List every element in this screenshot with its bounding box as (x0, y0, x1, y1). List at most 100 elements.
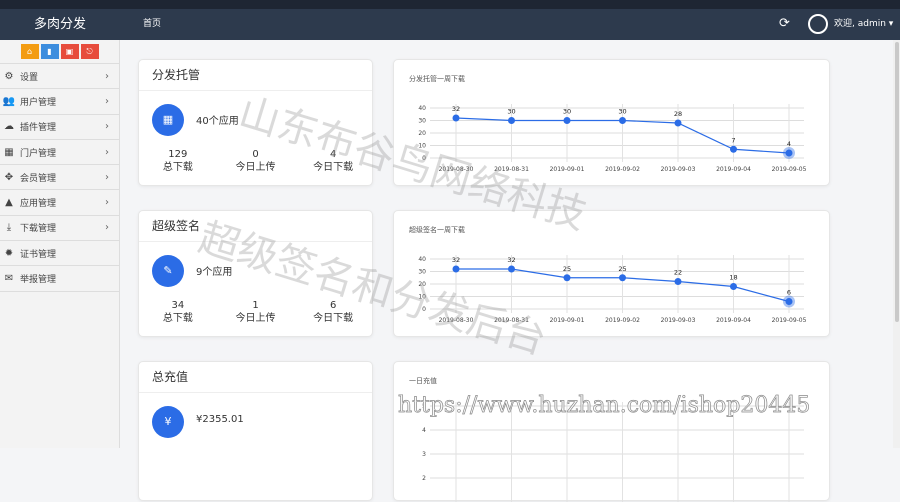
y-tick-label: 10 (418, 143, 426, 150)
clipboard-button[interactable]: ▣ (60, 44, 79, 59)
sidebar-item[interactable]: ▦ 门户管理 › (0, 140, 119, 166)
android-icon: ▲ (5, 197, 13, 209)
data-label: 6 (787, 289, 791, 297)
watermark-url: https://www.huzhan.com/ishop20445 (398, 393, 811, 419)
data-point (785, 298, 793, 305)
y-tick-label: 3 (422, 451, 426, 458)
sidebar-item-label: 设置 (20, 72, 39, 83)
user-menu[interactable]: 欢迎, admin ▾ (834, 9, 893, 40)
exit-icon: ⎋ (86, 47, 93, 56)
envelope-open-icon: ✉ (4, 273, 14, 285)
chevron-right-icon: › (105, 121, 109, 133)
card-title: 分发托管 (139, 60, 372, 91)
y-tick-label: 30 (418, 269, 426, 276)
chevron-right-icon: › (105, 171, 109, 183)
data-label: 22 (674, 269, 682, 277)
chevron-right-icon: › (105, 146, 109, 158)
x-tick-label: 2019-08-31 (494, 317, 529, 324)
data-point (452, 114, 460, 122)
stat: 34 总下载 (139, 299, 217, 325)
clipboard-icon: ▣ (65, 47, 74, 56)
data-point (508, 265, 515, 273)
y-tick-label: 4 (422, 427, 426, 434)
sidebar-item[interactable]: 👥 用户管理 › (0, 89, 119, 115)
y-tick-label: 10 (418, 294, 426, 301)
data-point (674, 278, 682, 285)
exit-button[interactable]: ⎋ (80, 44, 99, 59)
y-tick-label: 2 (422, 475, 426, 482)
data-label: 25 (563, 265, 571, 273)
data-label: 30 (563, 108, 571, 116)
stat-label: 今日上传 (235, 162, 276, 173)
sidebar-item[interactable]: ✥ 会员管理 › (0, 165, 119, 191)
stat-value: 0 (252, 149, 259, 160)
y-tick-label: 40 (418, 256, 426, 263)
home-icon: ⌂ (26, 47, 33, 56)
sidebar: ⌂ ▮ ▣ ⎋ ⚙ 设置 › 👥 用户管理 › ☁ 插件管理 › ▦ 门户管理 › ✥ 会员管理 › ▲ 应用管理 › ⤓… (0, 40, 120, 448)
data-label: 18 (729, 274, 737, 282)
x-tick-label: 2019-08-30 (439, 166, 474, 173)
stat-label: 总下载 (162, 162, 193, 173)
x-tick-label: 2019-09-04 (716, 166, 751, 173)
data-label: 7 (731, 136, 735, 144)
stat: 6 今日下载 (294, 299, 372, 325)
y-tick-label: 40 (418, 105, 426, 112)
card-count: 9个应用 (196, 267, 233, 278)
stat-label: 今日下载 (313, 313, 354, 324)
brand-title[interactable]: 多肉分发 (0, 9, 120, 40)
sidebar-item[interactable]: ⚙ 设置 › (0, 64, 119, 90)
share-icon[interactable] (808, 14, 828, 34)
grid-icon: ▦ (4, 146, 14, 158)
sidebar-item-label: 门户管理 (20, 148, 57, 159)
sidebar-item[interactable]: ▲ 应用管理 › (0, 190, 119, 216)
y-tick-label: 20 (418, 281, 426, 288)
x-tick-label: 2019-09-01 (550, 166, 585, 173)
data-point (619, 117, 626, 124)
top-header: 多肉分发 首页 ⟳ 欢迎, admin ▾ (0, 9, 900, 40)
nav-home-link[interactable]: 首页 (143, 9, 161, 40)
certificate-icon: ✹ (4, 247, 14, 259)
sidebar-item-label: 证书管理 (20, 249, 57, 260)
data-label: 30 (507, 108, 515, 116)
y-tick-label: 30 (418, 118, 426, 125)
stat-value: 4 (329, 149, 337, 160)
summary-card: 超级签名 ✎ 9个应用 34 总下载 1 今日上传 6 今日下载 (138, 210, 373, 337)
card-title: 超级签名 (139, 211, 372, 242)
refresh-icon[interactable]: ⟳ (779, 17, 790, 31)
sidebar-item[interactable]: ☁ 插件管理 › (0, 115, 119, 140)
stat-label: 今日上传 (235, 313, 276, 324)
users-icon: 👥 (2, 95, 16, 107)
data-label: 28 (674, 110, 682, 118)
sidebar-item-label: 应用管理 (20, 199, 57, 210)
stat: 1 今日上传 (217, 299, 295, 325)
sidebar-item-label: 用户管理 (20, 97, 57, 108)
line-chart-card: 分发托管一周下载 0 10 20 30 40 2019-08-30 2019-08-31 201… (393, 59, 830, 186)
x-tick-label: 2019-09-01 (550, 317, 585, 324)
sidebar-item-label: 下载管理 (20, 224, 57, 235)
sidebar-item[interactable]: ⤓ 下载管理 › (0, 216, 119, 242)
x-tick-label: 2019-08-30 (439, 317, 474, 324)
stat-label: 今日下载 (313, 162, 354, 173)
sidebar-item[interactable]: ✹ 证书管理 (0, 241, 119, 267)
summary-card: 总充值 ¥ ¥2355.01 (138, 361, 373, 501)
x-tick-label: 2019-09-02 (605, 317, 640, 324)
stat-label: 总下载 (162, 313, 193, 324)
data-label: 32 (452, 256, 460, 264)
y-tick-label: 20 (418, 130, 426, 137)
file-button[interactable]: ▮ (40, 44, 59, 59)
data-label: 32 (452, 105, 460, 113)
line-chart-card: 超级签名一周下载 0 10 20 30 40 2019-08-30 2019-08-31 201… (393, 210, 830, 337)
home-button[interactable]: ⌂ (20, 44, 39, 59)
summary-card: 分发托管 ▦ 40个应用 129 总下载 0 今日上传 4 今日下载 (138, 59, 373, 186)
chevron-right-icon: › (105, 197, 109, 209)
data-point (785, 149, 793, 157)
data-label: 32 (507, 256, 515, 264)
data-point (730, 145, 737, 153)
chevron-right-icon: › (105, 70, 109, 82)
stat-value: 1 (252, 300, 259, 311)
x-tick-label: 2019-09-03 (661, 317, 696, 324)
data-label: 25 (618, 265, 626, 273)
scrollbar-thumb[interactable] (895, 42, 899, 322)
sidebar-item[interactable]: ✉ 举报管理 (0, 266, 119, 292)
card-icon: ▦ (152, 104, 184, 136)
